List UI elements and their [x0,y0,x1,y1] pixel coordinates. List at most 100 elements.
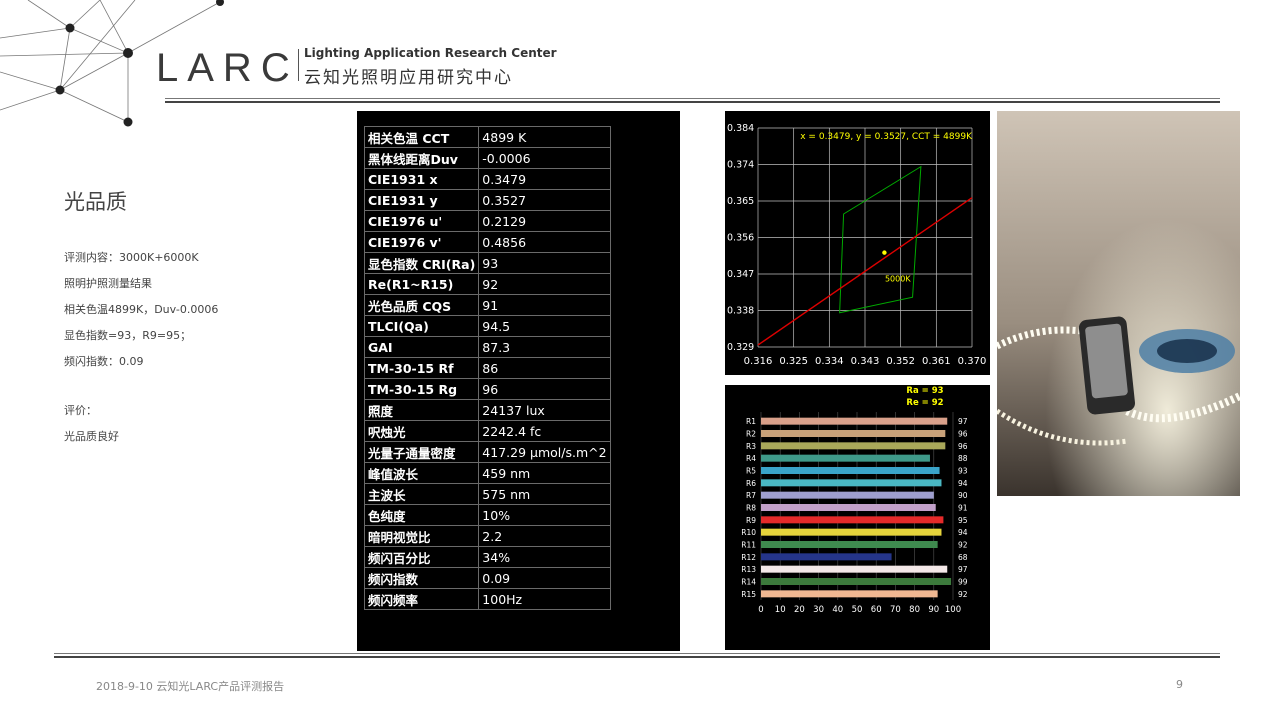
x-tick-label: 0.370 [958,356,987,367]
slide-title: 光品质 [64,190,127,214]
measurement-label: 黑体线距离Duv [363,147,480,169]
category-label: R3 [746,442,756,451]
category-label: R1 [746,417,756,426]
measurement-value: 4899 K [478,126,611,148]
measurement-value: 93 [478,252,611,274]
color-rendering-bar-chart: 0 10 20 30 40 50 60 70 80 90 100 Ra = 93 Re = 92 R1 97… [741,386,968,615]
category-label: R5 [746,467,756,476]
y-tick-label: 0.356 [727,233,754,244]
category-label: R15 [741,590,756,599]
measurement-row: TM-30-15 Rf 86 [363,357,611,379]
bar-value-label: 68 [958,553,968,562]
measurement-label: TLCI(Qa) [363,315,480,337]
category-label: R12 [741,553,756,562]
measurement-row: 相关色温 CCT 4899 K [363,126,611,148]
measurement-value: 10% [478,504,611,526]
measurement-value: 0.4856 [478,231,611,253]
measurement-table: 相关色温 CCT 4899 K 黑体线距离Duv -0.0006 CIE1931 x 0.… [363,126,611,610]
bar-value-label: 97 [958,565,968,574]
logo-separator [298,49,299,81]
measurement-label: 相关色温 CCT [363,126,480,148]
bar-r10 [761,528,942,536]
measurement-row: CIE1931 x 0.3479 [363,168,611,190]
y-tick-label: 0.338 [727,306,754,317]
measurement-value: 91 [478,294,611,316]
measurement-label: 照度 [363,399,480,421]
measurement-value: 34% [478,546,611,568]
measurement-row: 呎烛光 2242.4 fc [363,420,611,442]
category-label: R8 [746,504,756,513]
bar-r4 [761,454,930,462]
measurement-label: 呎烛光 [363,420,480,442]
measured-point [882,250,887,255]
measurement-row: CIE1976 u' 0.2129 [363,210,611,232]
measurement-row: 暗明视觉比 2.2 [363,525,611,547]
measurement-row: CIE1976 v' 0.4856 [363,231,611,253]
page-number: 9 [1176,678,1183,691]
chart-annotation: x = 0.3479, y = 0.3527, CCT = 4899K [800,132,973,142]
measurement-value: 24137 lux [478,399,611,421]
measurement-label: CIE1976 v' [363,231,480,253]
measurement-row: TM-30-15 Rg 96 [363,378,611,400]
measurement-value: 0.3527 [478,189,611,211]
bar-r8 [761,504,936,511]
bar-r13 [761,565,948,573]
x-tick-label: 90 [928,605,939,615]
x-tick-label: 40 [832,605,843,615]
measurement-row: 显色指数 CRI(Ra) 93 [363,252,611,274]
measurement-label: 光量子通量密度 [363,441,480,463]
x-tick-label: 0.316 [744,356,773,367]
bar-r5 [761,467,940,474]
category-label: R10 [741,528,756,537]
bar-value-label: 92 [958,590,968,599]
bar-value-label: 88 [958,454,968,463]
measurement-row: 频闪百分比 34% [363,546,611,568]
bar-r15 [761,590,938,598]
chromaticity-chart-panel: 0.316 0.325 0.334 0.343 0.352 0.361 0.370 0.384… [725,111,990,375]
bar-r6 [761,479,942,487]
measurement-row: 频闪频率 100Hz [363,588,611,610]
measurement-value: 417.29 μmol/s.m^2 [478,441,611,463]
measurement-value: 86 [478,357,611,379]
x-tick-label: 0.352 [886,356,915,367]
measurement-value: 100Hz [478,588,611,610]
note-eval-content: 评测内容：3000K+6000K [64,251,199,264]
x-tick-label: 30 [813,605,824,615]
bar-value-label: 95 [958,516,968,525]
measurement-panel: 相关色温 CCT 4899 K 黑体线距离Duv -0.0006 CIE1931 x 0.… [357,111,680,651]
x-tick-label: 70 [890,605,901,615]
bar-r14 [761,578,952,585]
measurement-value: 0.09 [478,567,611,589]
y-tick-label: 0.329 [727,342,754,353]
measurement-label: 色纯度 [363,504,480,526]
category-label: R14 [741,578,756,587]
bar-value-label: 96 [958,430,968,439]
category-label: R13 [741,565,756,574]
led-strip-photo [997,111,1240,496]
measurement-value: 96 [478,378,611,400]
x-tick-label: 80 [909,605,920,615]
logo-english-name: Lighting Application Research Center [304,46,557,60]
measurement-label: CIE1931 y [363,189,480,211]
measurement-value: 2.2 [478,525,611,547]
x-tick-label: 20 [794,605,805,615]
y-tick-label: 0.374 [727,160,754,171]
larc-logo: LARC [156,46,299,90]
measurement-value: 87.3 [478,336,611,358]
note-passport-result: 照明护照测量结果 [64,277,152,290]
measurement-value: 0.2129 [478,210,611,232]
measurement-label: TM-30-15 Rf [363,357,480,379]
category-label: R4 [746,454,756,463]
chart-annotation: Ra = 93 [906,386,943,396]
bar-value-label: 99 [958,578,968,587]
x-tick-label: 0.334 [815,356,844,367]
measurement-row: Re(R1~R15) 92 [363,273,611,295]
bar-r9 [761,516,944,524]
note-cct-duv: 相关色温4899K，Duv-0.0006 [64,303,219,316]
measurement-label: 光色品质 CQS [363,294,480,316]
measurement-row: 色纯度 10% [363,504,611,526]
bar-r1 [761,417,948,425]
measurement-label: CIE1931 x [363,168,480,190]
chart-annotation: Re = 92 [906,398,943,408]
x-tick-label: 60 [871,605,882,615]
